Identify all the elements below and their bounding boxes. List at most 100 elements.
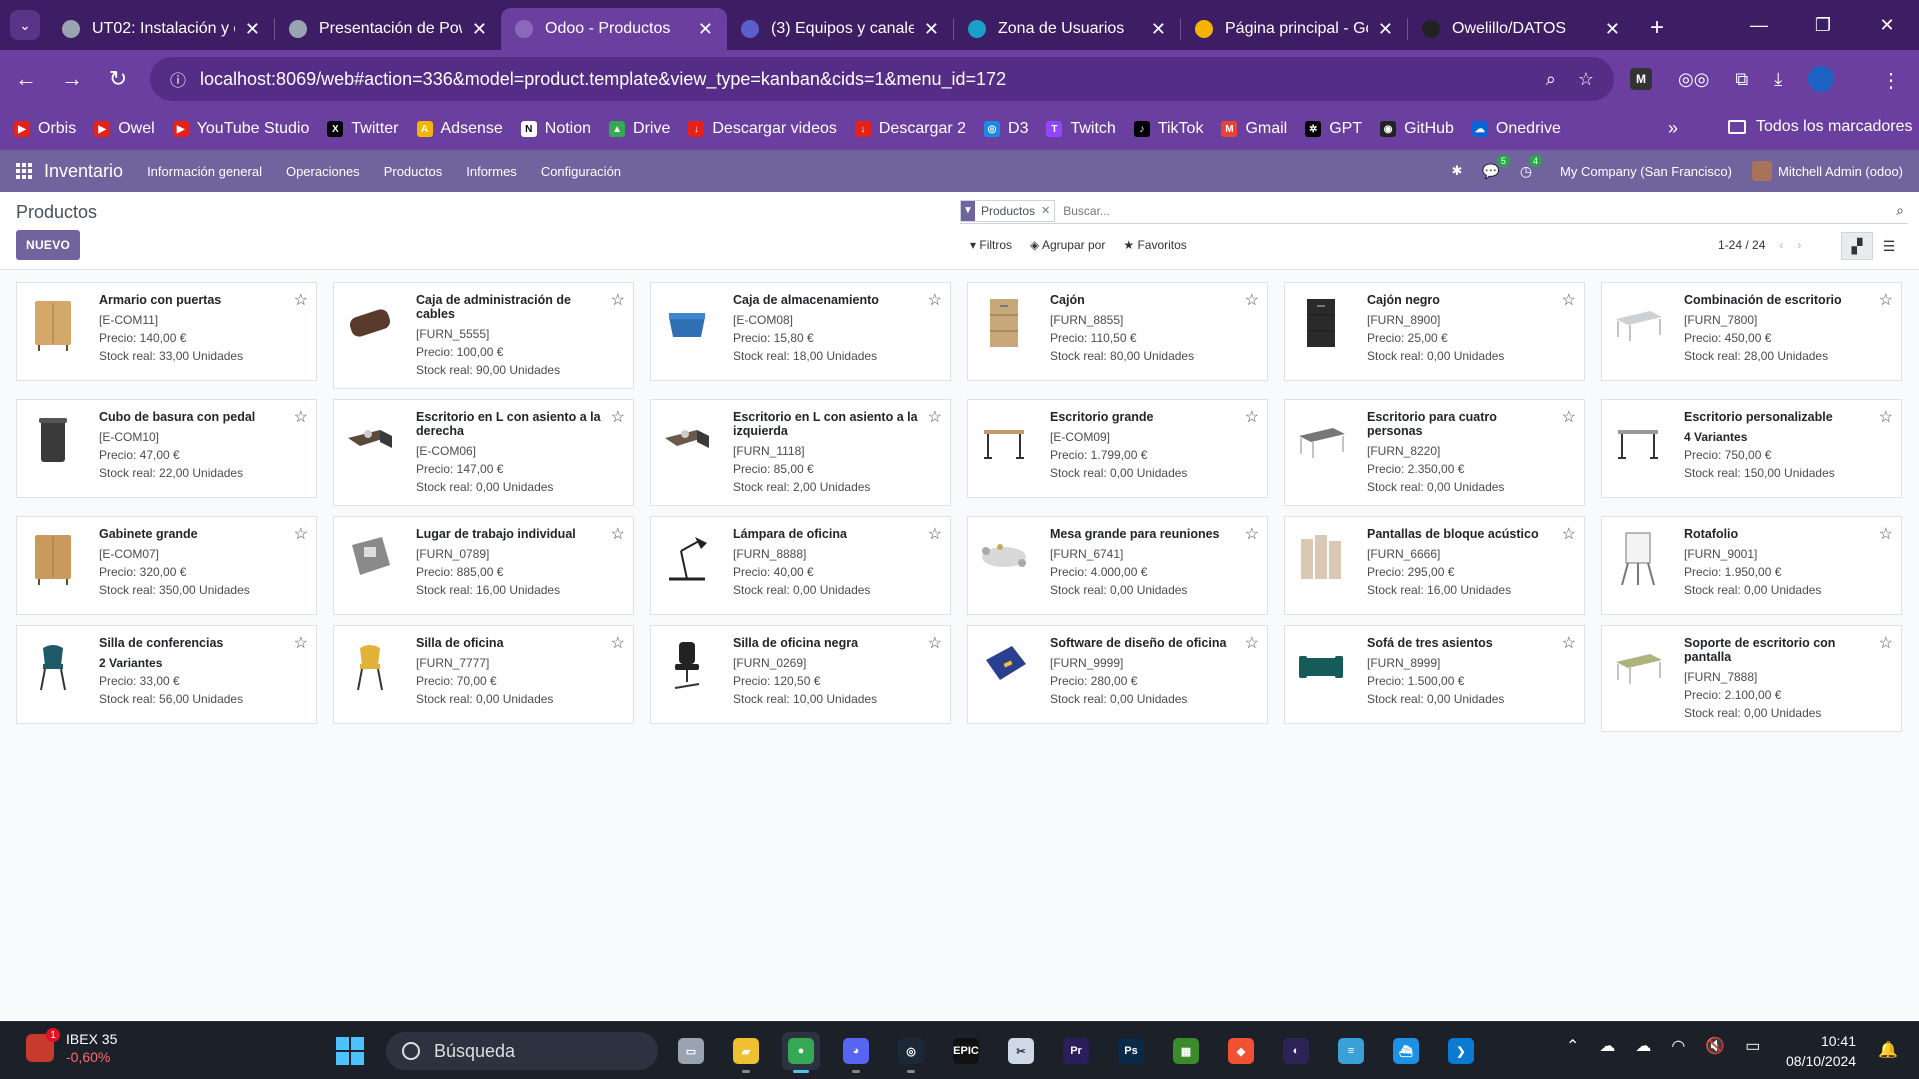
product-card[interactable]: Escritorio en L con asiento a la derecha… (333, 399, 634, 506)
close-tab-icon[interactable]: ✕ (1378, 19, 1393, 40)
product-card[interactable]: Escritorio en L con asiento a la izquier… (650, 399, 951, 506)
favorite-star-icon[interactable]: ☆ (611, 633, 625, 653)
git-app[interactable]: ◆ (1222, 1032, 1260, 1070)
menu-informes[interactable]: Informes (466, 164, 517, 179)
close-tab-icon[interactable]: ✕ (924, 19, 939, 40)
favorite-star-icon[interactable]: ☆ (1879, 524, 1893, 544)
product-card[interactable]: Caja de almacenamiento [E-COM08] Precio: 1… (650, 282, 951, 381)
favorite-star-icon[interactable]: ☆ (294, 524, 308, 544)
more-bookmarks-icon[interactable]: » (1668, 118, 1678, 139)
menu-informacion-general[interactable]: Información general (147, 164, 262, 179)
browser-tab[interactable]: (3) Equipos y canales ✕ (727, 8, 953, 50)
site-info-icon[interactable]: ⓘ (170, 67, 186, 91)
url-field[interactable]: localhost:8069/web#action=336&model=prod… (200, 69, 1546, 90)
filters-dropdown[interactable]: ▾ Filtros (970, 238, 1012, 252)
battery-icon[interactable]: ▭ (1745, 1036, 1760, 1056)
bookmark-twitter[interactable]: X Twitter (327, 120, 399, 138)
zoom-icon[interactable]: ⌕ (1546, 69, 1556, 90)
bookmark-gmail[interactable]: M Gmail (1221, 120, 1287, 138)
minimize-icon[interactable]: — (1727, 0, 1791, 50)
bookmark-onedrive[interactable]: ☁ Onedrive (1471, 120, 1561, 138)
tab-search-chevron-icon[interactable]: ⌄ (10, 10, 40, 40)
onedrive-icon[interactable]: ☁ (1635, 1036, 1651, 1056)
steam-app[interactable]: ◎ (892, 1032, 930, 1073)
product-card[interactable]: Combinación de escritorio [FURN_7800] Prec… (1601, 282, 1902, 381)
taskbar-search[interactable]: Búsqueda (386, 1032, 658, 1070)
user-menu[interactable]: Mitchell Admin (odoo) (1752, 161, 1903, 181)
extension-glasses-icon[interactable]: ◎◎ (1678, 69, 1709, 90)
kanban-view-icon[interactable]: ▞ (1841, 232, 1873, 260)
notepad-app[interactable]: ≡ (1332, 1032, 1370, 1070)
bookmark-github[interactable]: ◉ GitHub (1380, 120, 1454, 138)
eclipse-app[interactable]: ◐ (1277, 1032, 1315, 1070)
volume-muted-icon[interactable]: 🔇 (1705, 1036, 1725, 1056)
restore-icon[interactable]: ❐ (1791, 0, 1855, 50)
download-icon[interactable]: ⤓ (1774, 69, 1782, 90)
favorite-star-icon[interactable]: ☆ (1879, 290, 1893, 310)
favorite-star-icon[interactable]: ☆ (1245, 633, 1259, 653)
favorite-star-icon[interactable]: ☆ (928, 290, 942, 310)
product-card[interactable]: Rotafolio [FURN_9001] Precio: 1.950,00 € St… (1601, 516, 1902, 615)
snipping-tool-app[interactable]: ✂ (1002, 1032, 1040, 1070)
bookmark-adsense[interactable]: A Adsense (416, 120, 503, 138)
product-card[interactable]: Lugar de trabajo individual [FURN_0789] Pr… (333, 516, 634, 615)
company-switcher[interactable]: My Company (San Francisco) (1560, 164, 1732, 179)
browser-tab[interactable]: UT02: Instalación y configuración ✕ (48, 8, 274, 50)
favorite-star-icon[interactable]: ☆ (1562, 290, 1576, 310)
product-card[interactable]: Caja de administración de cables [FURN_55… (333, 282, 634, 389)
favorite-star-icon[interactable]: ☆ (294, 407, 308, 427)
product-card[interactable]: Pantallas de bloque acústico [FURN_6666] P… (1284, 516, 1585, 615)
favorite-star-icon[interactable]: ☆ (294, 633, 308, 653)
bookmark-youtube-studio[interactable]: ▶ YouTube Studio (172, 120, 309, 138)
bookmark-descargar-2[interactable]: ↓ Descargar 2 (854, 120, 966, 138)
bookmark-drive[interactable]: ▲ Drive (609, 120, 670, 138)
search-icon[interactable]: ⌕ (1896, 202, 1908, 219)
favorite-star-icon[interactable]: ☆ (928, 524, 942, 544)
bookmark-d3[interactable]: ◎ D3 (984, 120, 1028, 138)
pager-value[interactable]: 1-24 / 24 (1718, 238, 1765, 252)
forward-icon[interactable]: → (52, 66, 92, 92)
close-window-icon[interactable]: ✕ (1855, 0, 1919, 50)
extension-m-icon[interactable]: M (1630, 68, 1652, 90)
epic-games-app[interactable]: EPIC (947, 1032, 985, 1070)
menu-operaciones[interactable]: Operaciones (286, 164, 360, 179)
product-card[interactable]: Lámpara de oficina [FURN_8888] Precio: 40,… (650, 516, 951, 615)
remove-facet-icon[interactable]: ✕ (1041, 204, 1054, 217)
messages-icon[interactable]: 💬 5 (1482, 154, 1510, 180)
product-card[interactable]: Escritorio para cuatro personas [FURN_822… (1284, 399, 1585, 506)
favorite-star-icon[interactable]: ☆ (1879, 407, 1893, 427)
product-card[interactable]: Silla de conferencias 2 Variantes Precio: … (16, 625, 317, 724)
favorite-star-icon[interactable]: ☆ (294, 290, 308, 310)
product-card[interactable]: Soporte de escritorio con pantalla [FURN_… (1601, 625, 1902, 732)
pager-next-icon[interactable]: › (1797, 238, 1801, 252)
bookmark-orbis[interactable]: ▶ Orbis (14, 120, 76, 138)
group-by-dropdown[interactable]: ◈ Agrupar por (1030, 238, 1105, 252)
product-card[interactable]: Mesa grande para reuniones [FURN_6741] Pre… (967, 516, 1268, 615)
product-card[interactable]: Sofá de tres asientos [FURN_8999] Precio: … (1284, 625, 1585, 724)
bookmark-twitch[interactable]: T Twitch (1046, 120, 1116, 138)
close-tab-icon[interactable]: ✕ (1605, 19, 1620, 40)
product-card[interactable]: Escritorio personalizable 4 Variantes Prec… (1601, 399, 1902, 498)
docker-app[interactable]: ⛴ (1387, 1032, 1425, 1070)
bookmark-star-icon[interactable]: ☆ (1578, 69, 1594, 90)
omnibox[interactable]: ⓘ localhost:8069/web#action=336&model=pr… (150, 57, 1614, 101)
vscode-app[interactable]: ❯ (1442, 1032, 1480, 1070)
windows-start-icon[interactable] (336, 1037, 364, 1065)
wifi-icon[interactable]: ◠ (1671, 1036, 1685, 1056)
chrome-app[interactable]: ● (782, 1032, 820, 1073)
bookmark-tiktok[interactable]: ♪ TikTok (1133, 120, 1203, 138)
discord-app[interactable]: ◕ (837, 1032, 875, 1073)
favorite-star-icon[interactable]: ☆ (1245, 407, 1259, 427)
pager-previous-icon[interactable]: ‹ (1779, 238, 1783, 252)
favorite-star-icon[interactable]: ☆ (1562, 633, 1576, 653)
product-card[interactable]: Cajón negro [FURN_8900] Precio: 25,00 € Sto… (1284, 282, 1585, 381)
menu-configuracion[interactable]: Configuración (541, 164, 621, 179)
favorite-star-icon[interactable]: ☆ (611, 524, 625, 544)
browser-tab[interactable]: Owelillo/DATOS ✕ (1408, 8, 1634, 50)
premiere-app[interactable]: Pr (1057, 1032, 1095, 1070)
activities-clock-icon[interactable]: ◷ 4 (1520, 154, 1543, 180)
new-tab-button[interactable]: + (1650, 14, 1664, 42)
app-name[interactable]: Inventario (44, 161, 123, 182)
minecraft-app[interactable]: ▦ (1167, 1032, 1205, 1070)
product-card[interactable]: Cajón [FURN_8855] Precio: 110,50 € Stock re… (967, 282, 1268, 381)
